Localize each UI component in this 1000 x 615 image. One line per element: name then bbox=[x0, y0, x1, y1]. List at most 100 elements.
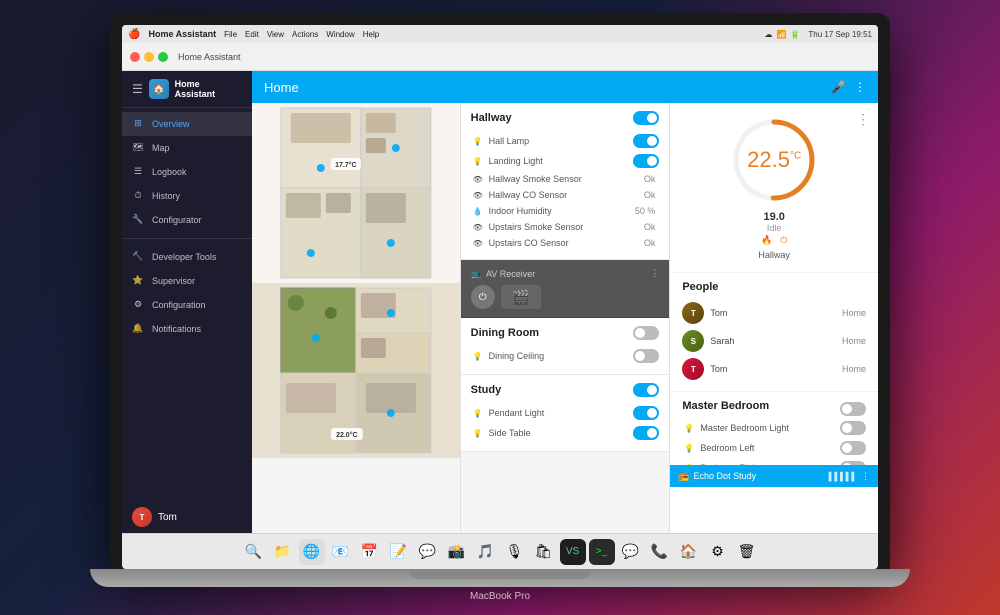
sidebar-item-configuration[interactable]: ⚙ Configuration bbox=[122, 293, 252, 317]
menubar-view[interactable]: View bbox=[267, 30, 284, 39]
dock-chrome[interactable]: 🌐 bbox=[299, 539, 325, 565]
dock-music[interactable]: 🎵 bbox=[473, 539, 499, 565]
entity-row-bedroom-left: 💡 Bedroom Left bbox=[682, 438, 866, 458]
dock-app1[interactable]: 📁 bbox=[270, 539, 296, 565]
menubar-edit[interactable]: Edit bbox=[245, 30, 259, 39]
minimize-button[interactable] bbox=[144, 52, 154, 62]
cards-container: 17.7°C bbox=[252, 103, 878, 533]
sidebar-item-history[interactable]: ⏱ History bbox=[122, 184, 252, 208]
more-options-icon[interactable]: ⋮ bbox=[854, 80, 866, 94]
middle-column: Hallway 💡 Hall Lamp bbox=[461, 103, 670, 533]
entity-row-hall-lamp: 💡 Hall Lamp bbox=[471, 131, 660, 151]
screen: 🍎 Home Assistant File Edit View Actions … bbox=[122, 25, 878, 569]
dock-app2[interactable]: 📧 bbox=[328, 539, 354, 565]
sidebar-item-logbook[interactable]: ☰ Logbook bbox=[122, 160, 252, 184]
ha-topbar-icons: 🎤 ⋮ bbox=[831, 80, 866, 94]
ha-topbar: Home 🎤 ⋮ bbox=[252, 71, 878, 103]
entity-row-humidity: 💧 Indoor Humidity 50 % bbox=[471, 203, 660, 219]
hamburger-icon[interactable]: ☰ bbox=[132, 82, 143, 96]
echo-dot-bar[interactable]: 📻 Echo Dot Study ▌▌▌▌▌ ⋮ bbox=[670, 465, 878, 487]
person-row-tom2: T Tom Home bbox=[682, 355, 866, 383]
sidebar-item-overview[interactable]: ⊞ Overview bbox=[122, 112, 252, 136]
sidebar-item-configuration-label: Configuration bbox=[152, 300, 206, 310]
dock-ha[interactable]: 🏠 bbox=[676, 539, 702, 565]
power-icon[interactable]: ⏻ bbox=[780, 235, 787, 246]
people-section: People T Tom Home S bbox=[670, 273, 878, 392]
upstairs-smoke-icon: 👁 bbox=[471, 223, 485, 232]
dock-podcasts[interactable]: 🎙 bbox=[502, 539, 528, 565]
thermostat-menu-icon[interactable]: ⋮ bbox=[856, 111, 870, 128]
smoke-icon: 👁 bbox=[471, 175, 485, 184]
av-power-button[interactable]: ⏻ bbox=[471, 285, 495, 309]
dining-title: Dining Room bbox=[471, 326, 660, 340]
dock-notes[interactable]: 📝 bbox=[386, 539, 412, 565]
entity-row-smoke2: 👁 Upstairs Smoke Sensor Ok bbox=[471, 219, 660, 235]
sidebar-item-notifications[interactable]: 🔔 Notifications bbox=[122, 317, 252, 341]
echo-dot-more-icon[interactable]: ⋮ bbox=[861, 471, 870, 482]
entity-row-co1: 👁 Hallway CO Sensor Ok bbox=[471, 187, 660, 203]
landing-light-toggle[interactable] bbox=[633, 154, 659, 168]
content-area: Home 🎤 ⋮ bbox=[252, 71, 878, 533]
av-more-icon[interactable]: ⋮ bbox=[650, 268, 659, 279]
entity-row-pendant: 💡 Pendant Light bbox=[471, 403, 660, 423]
dock-skype[interactable]: 📞 bbox=[647, 539, 673, 565]
user-avatar: T bbox=[132, 507, 152, 527]
dining-ceiling-toggle[interactable] bbox=[633, 349, 659, 363]
floorplan-top[interactable]: 17.7°C bbox=[252, 103, 460, 283]
dock-appstore[interactable]: 🛍 bbox=[531, 539, 557, 565]
people-title: People bbox=[682, 281, 866, 293]
entity-row-dining-ceiling: 💡 Dining Ceiling bbox=[471, 346, 660, 366]
bedroom-left-toggle[interactable] bbox=[840, 441, 866, 455]
dock-preferences[interactable]: ⚙ bbox=[705, 539, 731, 565]
lamp-icon: 💡 bbox=[471, 137, 485, 146]
side-table-toggle[interactable] bbox=[633, 426, 659, 440]
menubar-datetime: Thu 17 Sep 19:51 bbox=[808, 30, 872, 39]
menubar-app-name: Home Assistant bbox=[148, 29, 216, 39]
sidebar-nav: ⊞ Overview 🗺 Map ☰ Logbook bbox=[122, 108, 252, 501]
sidebar-user[interactable]: T Tom bbox=[122, 501, 252, 533]
dock-calendar[interactable]: 📅 bbox=[357, 539, 383, 565]
dock-photos[interactable]: 📸 bbox=[444, 539, 470, 565]
dock-terminal[interactable]: >_ bbox=[589, 539, 615, 565]
bedroom-title: Master Bedroom bbox=[682, 400, 769, 412]
dining-main-toggle[interactable] bbox=[633, 326, 659, 340]
hallway-main-toggle[interactable] bbox=[633, 111, 659, 125]
menubar-wifi-icon: 📶 bbox=[776, 30, 786, 39]
av-title: AV Receiver bbox=[486, 269, 535, 279]
bedroom-light-toggle[interactable] bbox=[840, 421, 866, 435]
sidebar-item-supervisor[interactable]: ⭐ Supervisor bbox=[122, 269, 252, 293]
dock-trash[interactable]: 🗑 bbox=[734, 539, 760, 565]
sidebar-item-map[interactable]: 🗺 Map bbox=[122, 136, 252, 160]
menubar-window[interactable]: Window bbox=[326, 30, 354, 39]
logbook-icon: ☰ bbox=[132, 166, 144, 178]
configurator-icon: 🔧 bbox=[132, 214, 144, 226]
bedroom-main-toggle[interactable] bbox=[840, 402, 866, 416]
sidebar-item-map-label: Map bbox=[152, 143, 170, 153]
mic-icon[interactable]: 🎤 bbox=[831, 80, 846, 94]
sidebar-item-developer[interactable]: 🔨 Developer Tools bbox=[122, 245, 252, 269]
study-main-toggle[interactable] bbox=[633, 383, 659, 397]
av-controls: ⏻ 🎬 bbox=[471, 285, 660, 309]
menubar-actions[interactable]: Actions bbox=[292, 30, 318, 39]
apple-logo-icon[interactable]: 🍎 bbox=[128, 29, 140, 40]
laptop-base bbox=[90, 569, 910, 587]
close-button[interactable] bbox=[130, 52, 140, 62]
menubar-file[interactable]: File bbox=[224, 30, 237, 39]
dock-discord[interactable]: 💬 bbox=[618, 539, 644, 565]
thermostat-temp-container: 22.5°C bbox=[729, 115, 819, 205]
dock-finder[interactable]: 🔍 bbox=[241, 539, 267, 565]
sidebar-item-configurator-label: Configurator bbox=[152, 215, 202, 225]
dock-vscode[interactable]: VS bbox=[560, 539, 586, 565]
maximize-button[interactable] bbox=[158, 52, 168, 62]
traffic-lights[interactable] bbox=[130, 52, 168, 62]
echo-dot-icon: 📻 bbox=[678, 471, 689, 482]
av-header: 📺 AV Receiver ⋮ bbox=[471, 268, 660, 279]
floorplan-bottom[interactable]: 22.0°C bbox=[252, 283, 460, 458]
pendant-toggle[interactable] bbox=[633, 406, 659, 420]
dock-messages[interactable]: 💬 bbox=[415, 539, 441, 565]
hall-lamp-toggle[interactable] bbox=[633, 134, 659, 148]
sidebar-item-configurator[interactable]: 🔧 Configurator bbox=[122, 208, 252, 232]
menubar-help[interactable]: Help bbox=[363, 30, 379, 39]
svg-text:17.7°C: 17.7°C bbox=[335, 161, 356, 169]
bedroom-section-header: Master Bedroom bbox=[682, 400, 866, 418]
